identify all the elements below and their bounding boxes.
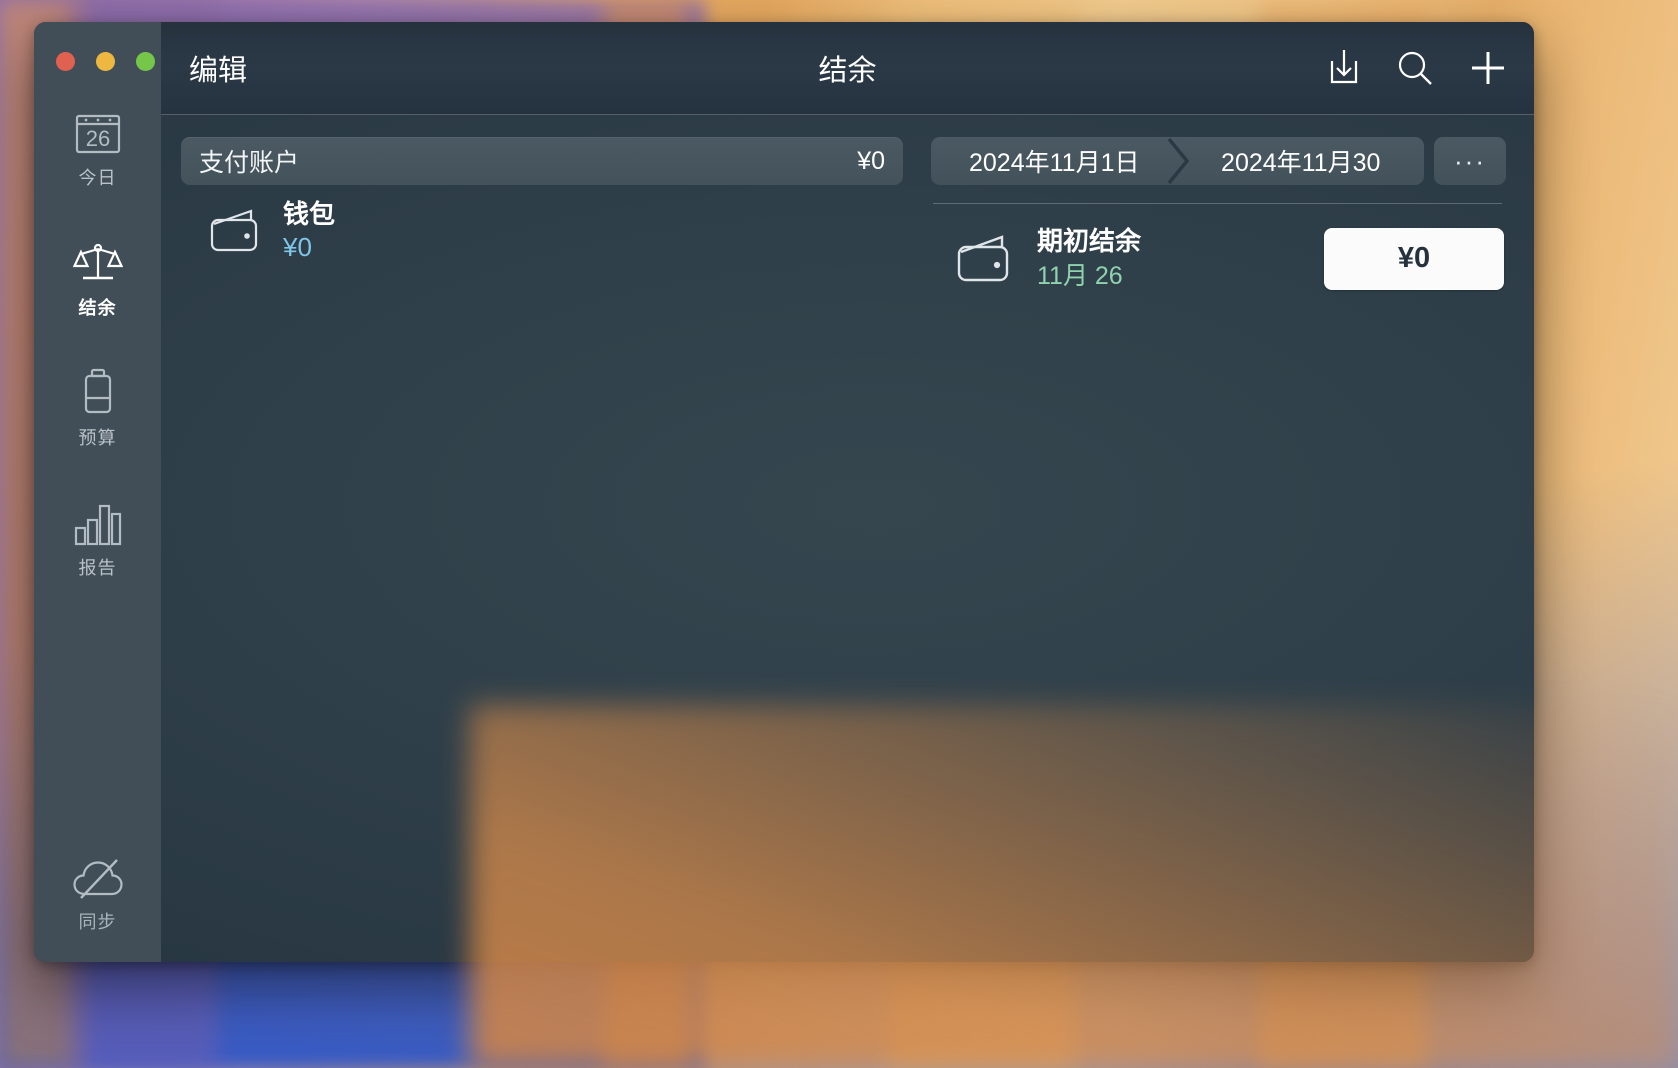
date-range-bar: 2024年11月1日 2024年11月30 ··· [931, 137, 1506, 185]
balance-entry-row[interactable]: 期初结余 11月 26 ¥0 [931, 204, 1506, 291]
sidebar-item-budget[interactable]: 预算 [34, 368, 161, 450]
sidebar: 26 今日 结余 预算 报告 同步 [34, 22, 161, 962]
account-row[interactable]: 钱包 ¥0 [181, 185, 903, 262]
account-name: 钱包 [283, 199, 336, 229]
accounts-pane: 支付账户 ¥0 钱包 ¥0 [161, 115, 921, 962]
balance-entry-title: 期初结余 [1037, 226, 1142, 256]
account-amount: ¥0 [283, 231, 312, 262]
sidebar-item-label: 同步 [78, 912, 117, 932]
main-area: 编辑 结余 支付账户 ¥0 钱包 ¥0 2024年11月1日 2024年11月3… [161, 22, 1534, 962]
calendar-icon: 26 [74, 108, 122, 156]
zoom-button[interactable] [136, 52, 155, 71]
add-icon[interactable] [1468, 48, 1508, 88]
date-range-end[interactable]: 2024年11月30 [1178, 137, 1425, 185]
account-group-amount: ¥0 [857, 146, 885, 175]
app-window: 26 今日 结余 预算 报告 同步 编辑 结余 支付账户 ¥0 钱包 ¥0 20… [34, 22, 1534, 962]
close-button[interactable] [56, 52, 75, 71]
cloud-slash-icon [72, 852, 124, 900]
sidebar-item-today[interactable]: 26 今日 [34, 108, 161, 190]
sidebar-item-reports[interactable]: 报告 [34, 498, 161, 580]
bar-chart-icon [74, 498, 122, 546]
import-icon[interactable] [1326, 48, 1362, 88]
wallet-icon [207, 206, 263, 256]
content-area: 支付账户 ¥0 钱包 ¥0 2024年11月1日 2024年11月30 ··· … [161, 115, 1534, 962]
account-group-header[interactable]: 支付账户 ¥0 [181, 137, 903, 185]
wallet-icon [953, 231, 1015, 287]
sidebar-item-label: 预算 [78, 428, 117, 448]
titlebar: 编辑 结余 [161, 22, 1534, 115]
search-icon[interactable] [1396, 48, 1434, 88]
detail-pane: 2024年11月1日 2024年11月30 ··· 期初结余 11月 26 ¥0 [921, 115, 1534, 962]
sidebar-item-balance[interactable]: 结余 [34, 238, 161, 320]
sidebar-item-label: 报告 [78, 558, 117, 578]
desktop-wallpaper: 26 今日 结余 预算 报告 同步 编辑 结余 支付账户 ¥0 钱包 ¥0 20… [0, 0, 1678, 1068]
battery-icon [81, 368, 115, 416]
balance-entry-date: 11月 26 [1037, 262, 1123, 291]
sidebar-item-label: 今日 [78, 168, 117, 188]
edit-button[interactable]: 编辑 [189, 47, 247, 89]
account-group-name: 支付账户 [199, 149, 300, 177]
balance-amount-field[interactable]: ¥0 [1324, 227, 1504, 290]
titlebar-actions [1326, 48, 1508, 88]
scale-icon [72, 238, 123, 286]
calendar-day-number: 26 [85, 126, 109, 151]
date-range-control[interactable]: 2024年11月1日 2024年11月30 [931, 137, 1424, 185]
minimize-button[interactable] [96, 52, 115, 71]
more-options-button[interactable]: ··· [1434, 137, 1506, 185]
sidebar-item-label: 结余 [78, 298, 117, 318]
date-range-start[interactable]: 2024年11月1日 [931, 137, 1178, 185]
sidebar-item-sync[interactable]: 同步 [34, 852, 161, 934]
window-controls [56, 52, 155, 71]
